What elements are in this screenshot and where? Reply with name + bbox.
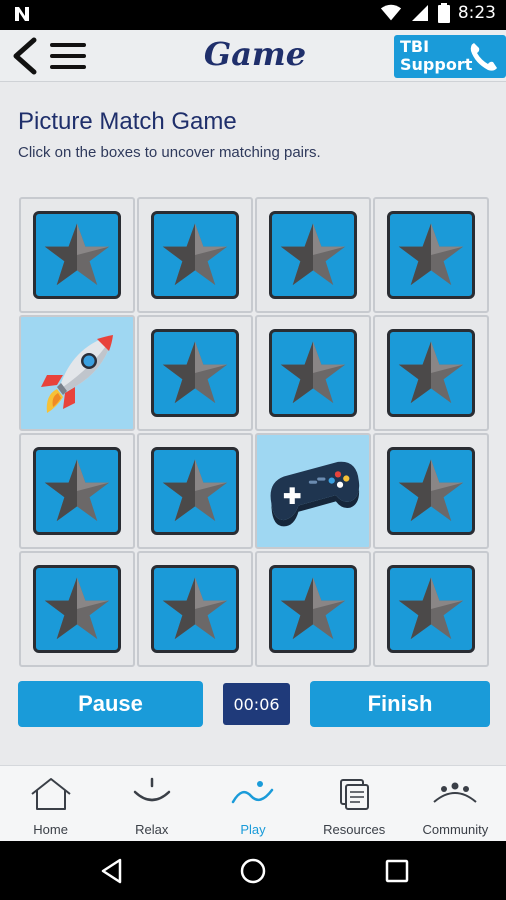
- wifi-icon: [380, 4, 401, 21]
- star-icon: [162, 459, 228, 522]
- card-back: [151, 447, 239, 535]
- memory-card[interactable]: [373, 315, 489, 431]
- tbi-support-button[interactable]: TBI Support: [394, 35, 506, 78]
- menu-button[interactable]: [48, 40, 88, 72]
- tab-resources[interactable]: Resources: [304, 766, 405, 841]
- game-controls: Pause 00:06 Finish: [18, 681, 490, 727]
- card-back: [269, 329, 357, 417]
- memory-card[interactable]: [19, 433, 135, 549]
- app-header: Game TBI Support: [0, 30, 506, 82]
- card-back: [269, 565, 357, 653]
- star-icon: [280, 577, 346, 640]
- card-back: [151, 329, 239, 417]
- tab-play[interactable]: Play: [202, 766, 303, 841]
- tab-home-label: Home: [33, 822, 68, 837]
- resources-docs-icon: [329, 776, 379, 812]
- home-icon: [26, 776, 76, 812]
- memory-card[interactable]: [255, 197, 371, 313]
- finish-button[interactable]: Finish: [310, 681, 490, 727]
- pause-button[interactable]: Pause: [18, 681, 203, 727]
- relax-smile-icon: [127, 776, 177, 812]
- card-grid: [18, 196, 490, 668]
- star-icon: [280, 223, 346, 286]
- card-back: [151, 565, 239, 653]
- memory-card[interactable]: [255, 315, 371, 431]
- gamepad-icon: [270, 461, 360, 527]
- memory-card[interactable]: [137, 315, 253, 431]
- star-icon: [398, 459, 464, 522]
- memory-card[interactable]: [19, 197, 135, 313]
- rocket-icon: [41, 335, 113, 413]
- star-icon: [280, 341, 346, 404]
- nav-recents-icon[interactable]: [383, 857, 411, 885]
- star-icon: [162, 341, 228, 404]
- memory-card[interactable]: [19, 315, 135, 431]
- card-back: [151, 211, 239, 299]
- battery-icon: [437, 3, 450, 23]
- game-title: Picture Match Game: [18, 108, 237, 135]
- star-icon: [398, 341, 464, 404]
- star-icon: [44, 577, 110, 640]
- game-instructions: Click on the boxes to uncover matching p…: [18, 144, 321, 161]
- memory-card[interactable]: [255, 433, 371, 549]
- page-title: Game: [203, 35, 307, 73]
- tab-resources-label: Resources: [323, 822, 386, 837]
- tab-community-label: Community: [422, 822, 489, 837]
- community-people-icon: [430, 776, 480, 812]
- star-icon: [44, 223, 110, 286]
- star-icon: [398, 577, 464, 640]
- star-icon: [44, 459, 110, 522]
- card-back: [269, 211, 357, 299]
- tab-play-label: Play: [240, 822, 266, 837]
- tab-home[interactable]: Home: [0, 766, 101, 841]
- tbi-support-label: TBI Support: [400, 37, 473, 74]
- star-icon: [162, 577, 228, 640]
- system-nav-bar: [0, 841, 506, 900]
- signal-icon: [411, 5, 428, 21]
- back-button[interactable]: [8, 36, 42, 76]
- card-back: [387, 565, 475, 653]
- back-arrow-icon: [13, 37, 37, 75]
- tab-relax-label: Relax: [135, 822, 169, 837]
- bottom-tab-bar: Home Relax Play Resources Community: [0, 765, 506, 841]
- tab-relax[interactable]: Relax: [101, 766, 202, 841]
- nav-back-icon[interactable]: [98, 857, 126, 885]
- card-back: [387, 447, 475, 535]
- status-bar: 8:23: [0, 0, 506, 30]
- star-icon: [162, 223, 228, 286]
- card-back: [33, 211, 121, 299]
- hamburger-menu-icon: [50, 43, 86, 69]
- memory-card[interactable]: [255, 551, 371, 667]
- memory-card[interactable]: [137, 197, 253, 313]
- memory-card[interactable]: [137, 433, 253, 549]
- card-back: [33, 447, 121, 535]
- memory-card[interactable]: [137, 551, 253, 667]
- play-wave-icon: [228, 776, 278, 812]
- status-time: 8:23: [457, 3, 496, 23]
- card-back: [387, 211, 475, 299]
- star-icon: [398, 223, 464, 286]
- memory-card[interactable]: [373, 197, 489, 313]
- timer-display: 00:06: [223, 683, 290, 725]
- memory-card[interactable]: [19, 551, 135, 667]
- tab-community[interactable]: Community: [405, 766, 506, 841]
- nav-home-icon[interactable]: [239, 857, 267, 885]
- card-back: [387, 329, 475, 417]
- phone-icon: [470, 43, 497, 71]
- n-notification-icon: [12, 4, 32, 29]
- card-back: [33, 565, 121, 653]
- card-picture: [21, 317, 133, 429]
- memory-card[interactable]: [373, 433, 489, 549]
- card-picture: [257, 435, 369, 547]
- memory-card[interactable]: [373, 551, 489, 667]
